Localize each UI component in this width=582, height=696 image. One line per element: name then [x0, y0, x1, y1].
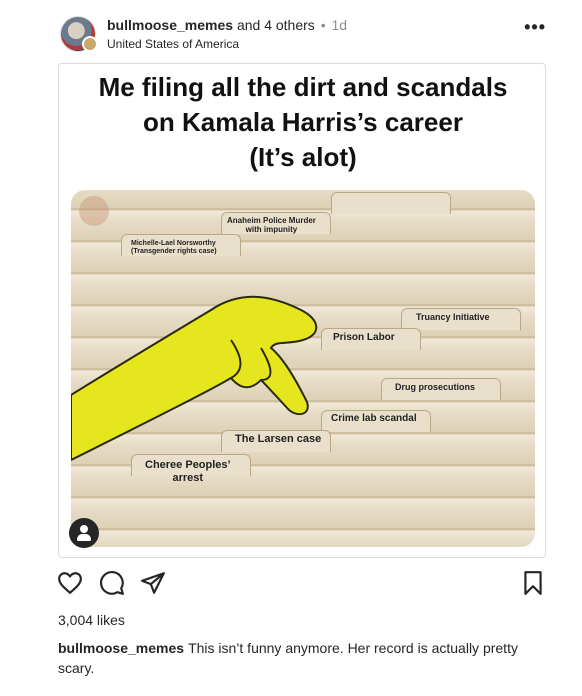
file-label: Michelle-Lael Norsworthy (Transgender ri… — [131, 240, 217, 256]
file-label-text: Crime lab scandal — [331, 413, 417, 424]
author-username[interactable]: bullmoose_memes — [107, 17, 233, 33]
meme-title: Me filing all the dirt and scandals on K… — [59, 70, 545, 175]
file-cabinet-image: Anaheim Police Murder with impunity Mich… — [71, 190, 535, 547]
post-location[interactable]: United States of America — [107, 37, 239, 51]
comment-icon[interactable] — [99, 570, 125, 596]
send-icon[interactable] — [140, 570, 166, 596]
caption-author[interactable]: bullmoose_memes — [58, 640, 184, 656]
meme-title-line: Me filing all the dirt and scandals — [98, 72, 508, 102]
bookmark-icon[interactable] — [520, 570, 546, 596]
action-bar — [0, 570, 582, 600]
heart-icon[interactable] — [57, 570, 83, 596]
file-label-text: Michelle-Lael Norsworthy (Transgender ri… — [131, 240, 217, 256]
meme-title-line: on Kamala Harris’s career — [143, 107, 463, 137]
meme-title-line: (It’s alot) — [249, 142, 357, 172]
separator-dot: • — [320, 17, 326, 33]
collaborators-link[interactable]: and 4 others — [237, 17, 315, 33]
file-label: Crime lab scandal — [331, 413, 417, 425]
file-label-text: Prison Labor — [333, 332, 395, 343]
author-line: bullmoose_memes and 4 others • 1d — [107, 17, 347, 33]
file-label-text: Anaheim Police Murder with impunity — [227, 216, 316, 235]
file-label-text: The Larsen case — [235, 433, 322, 445]
file-label: Anaheim Police Murder with impunity — [227, 216, 316, 234]
likes-count[interactable]: 3,004 likes — [58, 612, 125, 628]
post-caption: bullmoose_memes This isn’t funny anymore.… — [58, 638, 548, 678]
tagged-users-icon[interactable] — [69, 518, 99, 548]
file-label-text: Truancy Initiative — [416, 312, 490, 322]
file-label: Drug prosecutions — [395, 382, 475, 392]
post-time[interactable]: 1d — [331, 17, 347, 33]
file-label: Truancy Initiative — [416, 312, 490, 322]
more-options-button[interactable]: ••• — [524, 18, 546, 36]
file-label-text: Cheree Peoples’ arrest — [145, 459, 231, 484]
file-label: Prison Labor — [333, 332, 395, 344]
file-label-text: Drug prosecutions — [395, 382, 476, 392]
file-label: The Larsen case — [235, 433, 321, 446]
file-label: Cheree Peoples’ arrest — [145, 459, 231, 484]
post-header: bullmoose_memes and 4 others • 1d United… — [0, 0, 582, 62]
post-media[interactable]: Me filing all the dirt and scandals on K… — [58, 63, 546, 558]
collab-avatar[interactable] — [82, 36, 98, 52]
